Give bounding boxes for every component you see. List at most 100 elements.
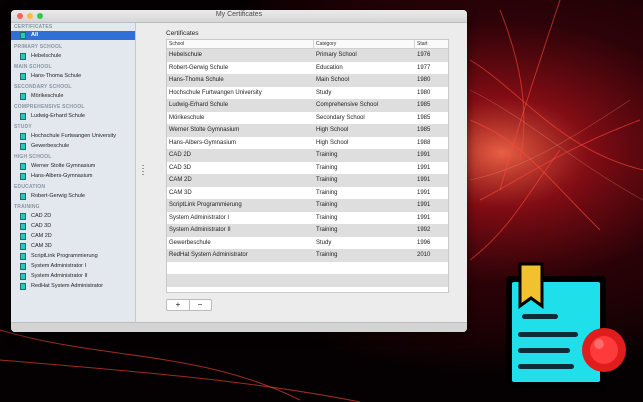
empty-row xyxy=(167,274,448,287)
sidebar-item-sysadmin-1[interactable]: System Administrator I xyxy=(11,262,135,271)
cell-start: 1991 xyxy=(417,164,431,171)
sidebar-item-moerikeschule[interactable]: Mörikeschule xyxy=(11,92,135,101)
cell-category: High School xyxy=(316,139,349,146)
cell-category: Training xyxy=(316,164,338,171)
cell-category: Main School xyxy=(316,77,350,83)
cell-start: 1992 xyxy=(417,227,431,233)
table-row[interactable]: CAD 3D Training 1991 xyxy=(167,162,448,175)
sidebar-header-study: STUDY xyxy=(14,124,32,130)
cell-category: Study xyxy=(316,239,332,246)
sidebar-item-label: Ludwig-Erhard Schule xyxy=(31,113,86,119)
certificate-icon xyxy=(20,53,26,60)
cell-category: Training xyxy=(316,252,338,258)
column-header-school[interactable]: School xyxy=(167,40,314,48)
cell-category: Comprehensive School xyxy=(316,102,379,108)
seal-icon xyxy=(582,328,626,372)
sidebar-item-scriptlink[interactable]: ScriptLink Programmierung xyxy=(11,252,135,261)
add-button[interactable]: + xyxy=(167,300,190,310)
certificate-icon xyxy=(20,223,26,230)
sidebar-item-cam-3d[interactable]: CAM 3D xyxy=(11,242,135,251)
sidebar-item-sysadmin-2[interactable]: System Administrator II xyxy=(11,272,135,281)
sidebar-item-label: Hans-Albers-Gymnasium xyxy=(31,173,93,179)
cell-category: Study xyxy=(316,89,332,96)
table-row[interactable]: ScriptLink Programmierung Training 1991 xyxy=(167,199,448,212)
cell-school: System Administrator I xyxy=(169,214,230,221)
sidebar-header-secondary-school: SECONDARY SCHOOL xyxy=(14,84,72,90)
icon-text-line xyxy=(522,314,558,319)
sidebar-item-robert-gerwig[interactable]: Robert-Gerwig Schule xyxy=(11,192,135,201)
cell-school: CAD 3D xyxy=(169,164,192,171)
table-row[interactable]: CAM 3D Training 1991 xyxy=(167,187,448,200)
sidebar-item-label: Hochschule Furtwangen University xyxy=(31,133,116,139)
cell-category: High School xyxy=(316,127,349,133)
sidebar-item-ludwig-erhard-schule[interactable]: Ludwig-Erhard Schule xyxy=(11,112,135,121)
sidebar-header-primary-school: PRIMARY SCHOOL xyxy=(14,44,63,50)
table-row[interactable]: Gewerbeschule Study 1996 xyxy=(167,237,448,250)
sidebar-item-cad-2d[interactable]: CAD 2D xyxy=(11,212,135,221)
column-header-start[interactable]: Start xyxy=(415,40,448,48)
sidebar-item-hans-thoma-schule[interactable]: Hans-Thoma Schule xyxy=(11,72,135,81)
cell-category: Training xyxy=(316,177,338,183)
table-row[interactable]: Ludwig-Erhard Schule Comprehensive School… xyxy=(167,99,448,112)
table-row[interactable]: Hans-Thoma Schule Main School 1980 xyxy=(167,74,448,87)
table-header: School Category Start xyxy=(167,40,448,49)
certificate-icon xyxy=(20,163,26,170)
sidebar-header-training: TRAINING xyxy=(14,204,40,210)
certificate-icon xyxy=(20,32,26,39)
table-row[interactable]: Hebelschule Primary School 1976 xyxy=(167,49,448,62)
split-view-handle[interactable] xyxy=(142,165,144,177)
table-row[interactable]: Mörikeschule Secondary School 1985 xyxy=(167,112,448,125)
cell-school: RedHat System Administrator xyxy=(169,252,248,258)
cell-school: Hans-Albers-Gymnasium xyxy=(169,139,237,146)
cell-school: Hebelschule xyxy=(169,52,203,58)
sidebar-item-hochschule-furtwangen[interactable]: Hochschule Furtwangen University xyxy=(11,132,135,141)
sidebar-item-cam-2d[interactable]: CAM 2D xyxy=(11,232,135,241)
remove-button[interactable]: − xyxy=(189,300,211,310)
sidebar-item-label: Mörikeschule xyxy=(31,93,64,99)
sidebar-item-label: System Administrator II xyxy=(31,273,88,279)
cell-start: 2010 xyxy=(417,252,431,258)
certificate-icon xyxy=(20,283,26,290)
sidebar-item-label: CAD 3D xyxy=(31,223,52,229)
app-window: My Certificates CERTIFICATES All PRIMARY… xyxy=(11,10,467,332)
certificate-icon xyxy=(20,73,26,80)
column-header-category[interactable]: Category xyxy=(314,40,415,48)
icon-text-line xyxy=(518,332,578,337)
certificate-icon xyxy=(20,113,26,120)
cell-start: 1991 xyxy=(417,189,431,196)
sidebar-item-hans-albers[interactable]: Hans-Albers-Gymnasium xyxy=(11,172,135,181)
cell-category: Secondary School xyxy=(316,114,365,121)
sidebar-item-cad-3d[interactable]: CAD 3D xyxy=(11,222,135,231)
certificate-icon xyxy=(20,193,26,200)
certificate-icon xyxy=(20,233,26,240)
cell-school: Gewerbeschule xyxy=(169,239,211,246)
cell-school: Werner Stolte Gymnasium xyxy=(169,127,240,133)
cell-school: CAM 3D xyxy=(169,189,192,196)
sidebar-item-label: Gewerbeschule xyxy=(31,143,70,149)
sidebar: CERTIFICATES All PRIMARY SCHOOL Hebelsch… xyxy=(11,23,136,323)
table-row[interactable]: Hans-Albers-Gymnasium High School 1988 xyxy=(167,137,448,150)
window-title: My Certificates xyxy=(215,11,263,18)
table-row[interactable]: System Administrator II Training 1992 xyxy=(167,224,448,237)
table-row[interactable]: CAM 2D Training 1991 xyxy=(167,174,448,187)
certificates-table: School Category Start Hebelschule Primary… xyxy=(166,39,449,293)
cell-start: 1996 xyxy=(417,239,431,246)
sidebar-item-gewerbeschule[interactable]: Gewerbeschule xyxy=(11,142,135,151)
table-row[interactable]: Hochschule Furtwangen University Study 198… xyxy=(167,87,448,100)
cell-start: 1980 xyxy=(417,77,431,83)
cell-start: 1991 xyxy=(417,177,431,183)
cell-start: 1985 xyxy=(417,102,431,108)
sidebar-item-all[interactable]: All xyxy=(11,31,135,40)
sidebar-item-hebelschule[interactable]: Hebelschule xyxy=(11,52,135,61)
table-row[interactable]: Werner Stolte Gymnasium High School 1985 xyxy=(167,124,448,137)
sidebar-item-redhat-sysadmin[interactable]: RedHat System Administrator xyxy=(11,282,135,291)
title-bar[interactable]: My Certificates xyxy=(11,10,467,23)
table-row[interactable]: System Administrator I Training 1991 xyxy=(167,212,448,225)
table-row[interactable]: CAD 2D Training 1991 xyxy=(167,149,448,162)
empty-row xyxy=(167,262,448,275)
table-row[interactable]: Robert-Gerwig Schule Education 1977 xyxy=(167,62,448,75)
sidebar-header-education: EDUCATION xyxy=(14,184,46,190)
certificate-icon xyxy=(20,213,26,220)
sidebar-item-werner-stolte[interactable]: Werner Stolte Gymnasium xyxy=(11,162,135,171)
table-row[interactable]: RedHat System Administrator Training 2010 xyxy=(167,249,448,262)
